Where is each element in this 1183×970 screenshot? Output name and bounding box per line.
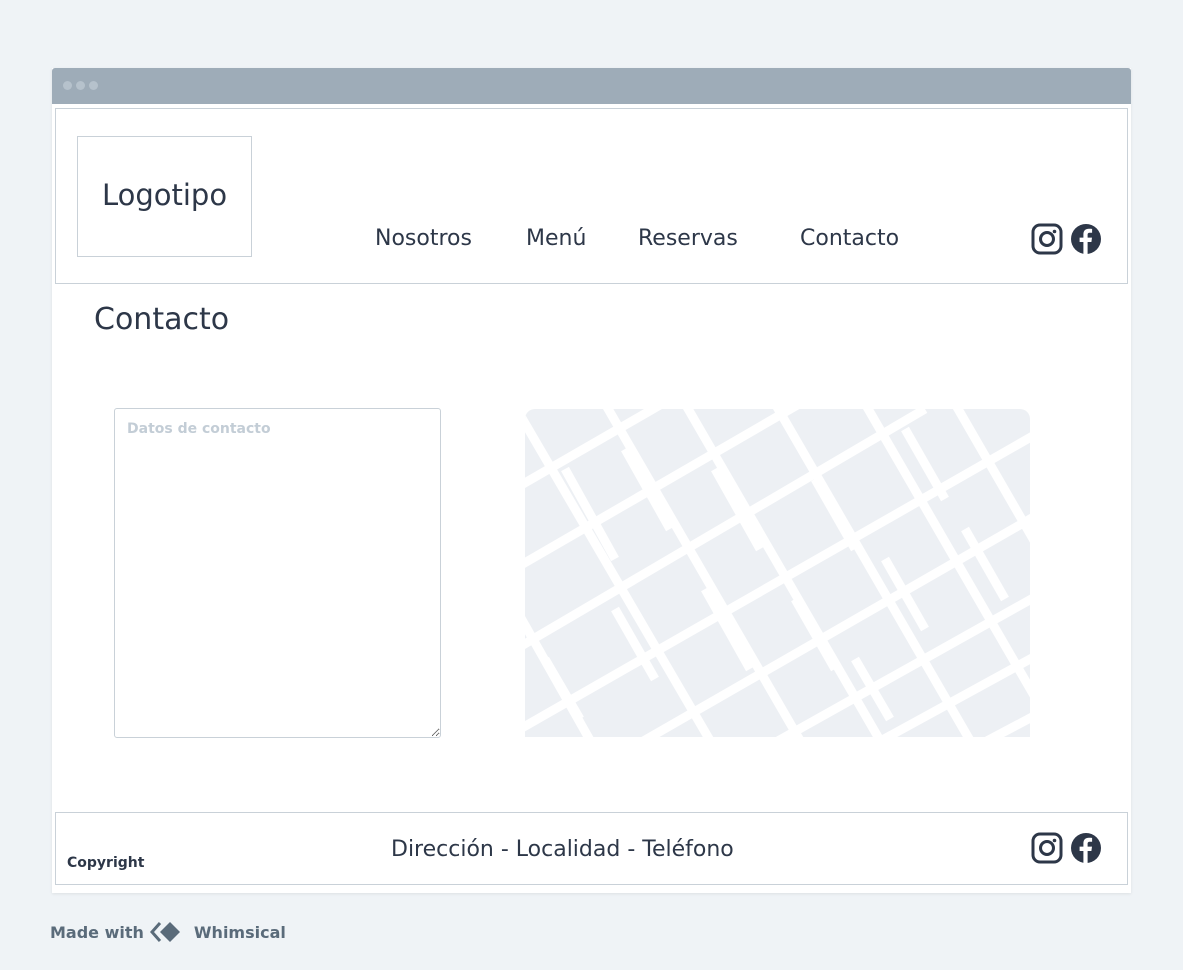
site-header: Logotipo Nosotros Menú Reservas Contacto	[55, 108, 1128, 284]
contact-data-textarea[interactable]	[114, 408, 441, 738]
browser-window: Logotipo Nosotros Menú Reservas Contacto…	[52, 68, 1131, 893]
logo-text: Logotipo	[101, 177, 228, 212]
nav-item-reservas[interactable]: Reservas	[638, 226, 738, 251]
site-footer: Copyright Dirección - Localidad - Teléfo…	[55, 812, 1128, 885]
map-placeholder[interactable]	[525, 409, 1030, 737]
instagram-icon[interactable]	[1031, 223, 1063, 255]
map-image	[525, 409, 1030, 737]
window-dot-icon[interactable]	[76, 81, 85, 90]
nav-item-contacto[interactable]: Contacto	[800, 226, 899, 251]
address-text: Dirección - Localidad - Teléfono	[391, 837, 734, 862]
copyright-text: Copyright	[67, 855, 145, 871]
nav-item-nosotros[interactable]: Nosotros	[375, 226, 472, 251]
made-with-text: Made with	[50, 922, 144, 942]
window-dot-icon[interactable]	[63, 81, 72, 90]
instagram-icon[interactable]	[1031, 832, 1063, 864]
window-titlebar	[52, 68, 1131, 104]
facebook-icon[interactable]	[1070, 223, 1102, 255]
logo[interactable]: Logotipo	[77, 136, 252, 257]
whimsical-logo-icon	[149, 922, 180, 942]
facebook-icon[interactable]	[1070, 832, 1102, 864]
nav-item-menu[interactable]: Menú	[526, 226, 586, 251]
made-with-whimsical[interactable]: Made with Whimsical	[50, 920, 286, 944]
whimsical-brand: Whimsical	[193, 922, 286, 942]
window-dot-icon[interactable]	[89, 81, 98, 90]
page-title: Contacto	[94, 302, 230, 337]
